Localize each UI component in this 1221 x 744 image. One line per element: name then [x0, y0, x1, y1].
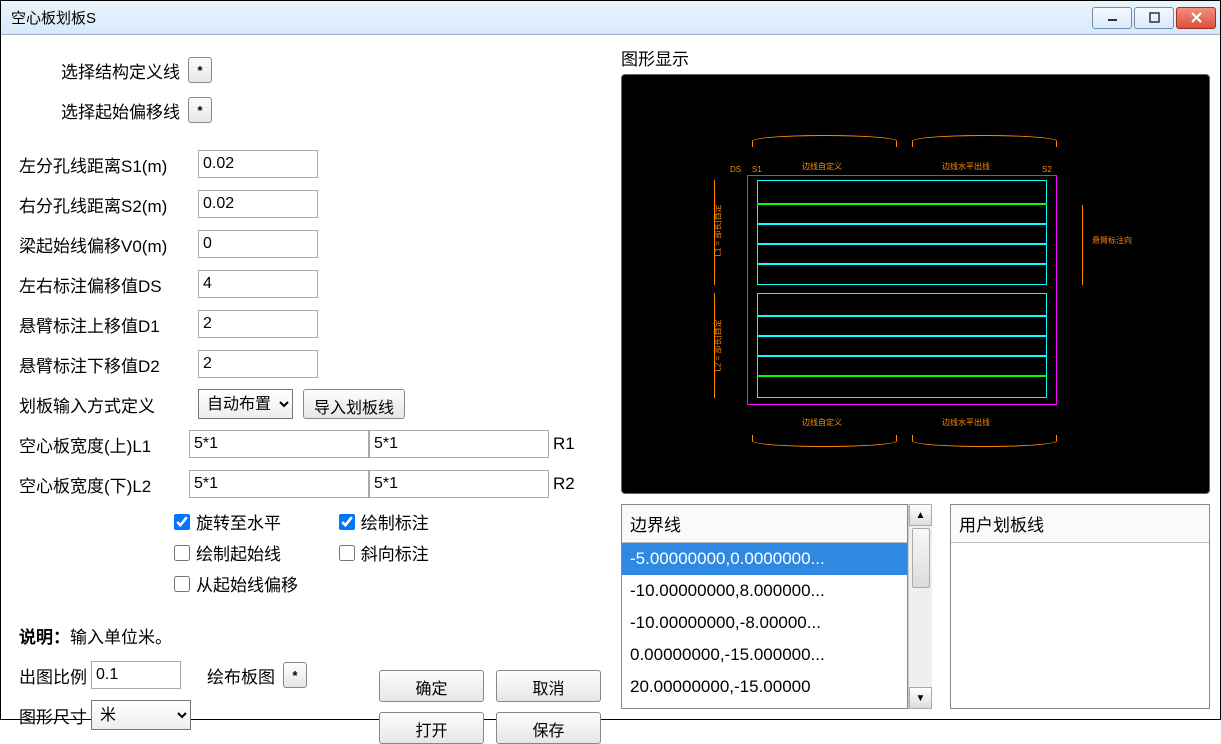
width-bot-left-input[interactable]	[189, 470, 369, 498]
v0-input[interactable]	[198, 230, 318, 258]
boundary-item[interactable]: -5.00000000,0.0000000...	[622, 543, 907, 575]
width-bot-label: 空心板宽度(下)L2	[19, 472, 189, 497]
offset-label: 从起始线偏移	[196, 571, 298, 596]
boundary-scrollbar[interactable]: ▲ ▼	[908, 504, 932, 709]
pick-struct-line-button[interactable]: *	[188, 57, 212, 83]
s2-input[interactable]	[198, 190, 318, 218]
boundary-item[interactable]: -10.00000000,8.000000...	[622, 575, 907, 607]
layout-label: 绘布板图	[207, 663, 275, 688]
offset-line-label: 选择起始偏移线	[61, 98, 180, 123]
boundary-listbox[interactable]: 边界线 -5.00000000,0.0000000...-10.00000000…	[621, 504, 908, 709]
annot-label: 绘制标注	[361, 509, 429, 534]
startline-label: 绘制起始线	[196, 540, 281, 565]
rotate-label: 旋转至水平	[196, 509, 281, 534]
width-top-suffix: R1	[553, 434, 577, 454]
pick-offset-line-button[interactable]: *	[188, 97, 212, 123]
mode-label: 划板输入方式定义	[19, 392, 194, 417]
skew-label: 斜向标注	[361, 540, 429, 565]
boundary-header: 边界线	[622, 505, 907, 543]
width-bot-right-input[interactable]	[369, 470, 549, 498]
d2-input[interactable]	[198, 350, 318, 378]
s1-label: 左分孔线距离S1(m)	[19, 152, 194, 177]
size-select[interactable]: 米	[91, 700, 191, 730]
scroll-thumb[interactable]	[912, 528, 930, 588]
form-panel: 选择结构定义线 * 选择起始偏移线 * 左分孔线距离S1(m) 右分孔线距离S2…	[1, 35, 621, 719]
checkbox-grid: 旋转至水平 绘制标注 绘制起始线 斜向标注 从起始线偏移	[174, 509, 611, 602]
boundary-item[interactable]: 20.00000000,-15.00000	[622, 671, 907, 703]
ds-input[interactable]	[198, 270, 318, 298]
scale-input[interactable]	[91, 661, 181, 689]
window-title: 空心板划板S	[11, 7, 1092, 28]
ok-button[interactable]: 确定	[379, 670, 484, 702]
size-label: 图形尺寸	[19, 703, 87, 728]
ds-label: 左右标注偏移值DS	[19, 272, 194, 297]
close-button[interactable]	[1176, 7, 1216, 29]
s2-label: 右分孔线距离S2(m)	[19, 192, 194, 217]
skew-checkbox[interactable]	[339, 545, 355, 561]
window-controls	[1092, 7, 1216, 29]
d1-input[interactable]	[198, 310, 318, 338]
width-top-right-input[interactable]	[369, 430, 549, 458]
startline-checkbox[interactable]	[174, 545, 190, 561]
mode-select[interactable]: 自动布置	[198, 389, 293, 419]
offset-checkbox[interactable]	[174, 576, 190, 592]
maximize-button[interactable]	[1134, 7, 1174, 29]
user-header: 用户划板线	[951, 505, 1209, 543]
preview-title: 图形显示	[621, 45, 1210, 70]
save-button[interactable]: 保存	[496, 712, 601, 744]
scale-label: 出图比例	[19, 663, 87, 688]
rotate-checkbox[interactable]	[174, 514, 190, 530]
note-text: 输入单位米。	[70, 623, 172, 648]
minimize-button[interactable]	[1092, 7, 1132, 29]
boundary-item[interactable]: -10.00000000,-8.00000...	[622, 607, 907, 639]
d2-label: 悬臂标注下移值D2	[19, 352, 194, 377]
scroll-down-icon[interactable]: ▼	[909, 687, 932, 709]
layout-pick-button[interactable]: *	[283, 662, 307, 688]
titlebar: 空心板划板S	[1, 1, 1220, 35]
width-bot-suffix: R2	[553, 474, 577, 494]
d1-label: 悬臂标注上移值D1	[19, 312, 194, 337]
note-prefix: 说明：	[19, 623, 70, 648]
s1-input[interactable]	[198, 150, 318, 178]
scroll-up-icon[interactable]: ▲	[909, 504, 932, 526]
user-listbox[interactable]: 用户划板线	[950, 504, 1210, 709]
cancel-button[interactable]: 取消	[496, 670, 601, 702]
preview-canvas: DS S1 S2 边线自定义 边线水平出线 边线自定义 边线水平出线	[621, 74, 1210, 494]
annot-checkbox[interactable]	[339, 514, 355, 530]
boundary-item[interactable]: 0.00000000,-15.000000...	[622, 639, 907, 671]
open-button[interactable]: 打开	[379, 712, 484, 744]
import-lines-button[interactable]: 导入划板线	[303, 389, 405, 419]
width-top-label: 空心板宽度(上)L1	[19, 432, 189, 457]
width-top-left-input[interactable]	[189, 430, 369, 458]
struct-line-label: 选择结构定义线	[61, 58, 180, 83]
v0-label: 梁起始线偏移V0(m)	[19, 232, 194, 257]
